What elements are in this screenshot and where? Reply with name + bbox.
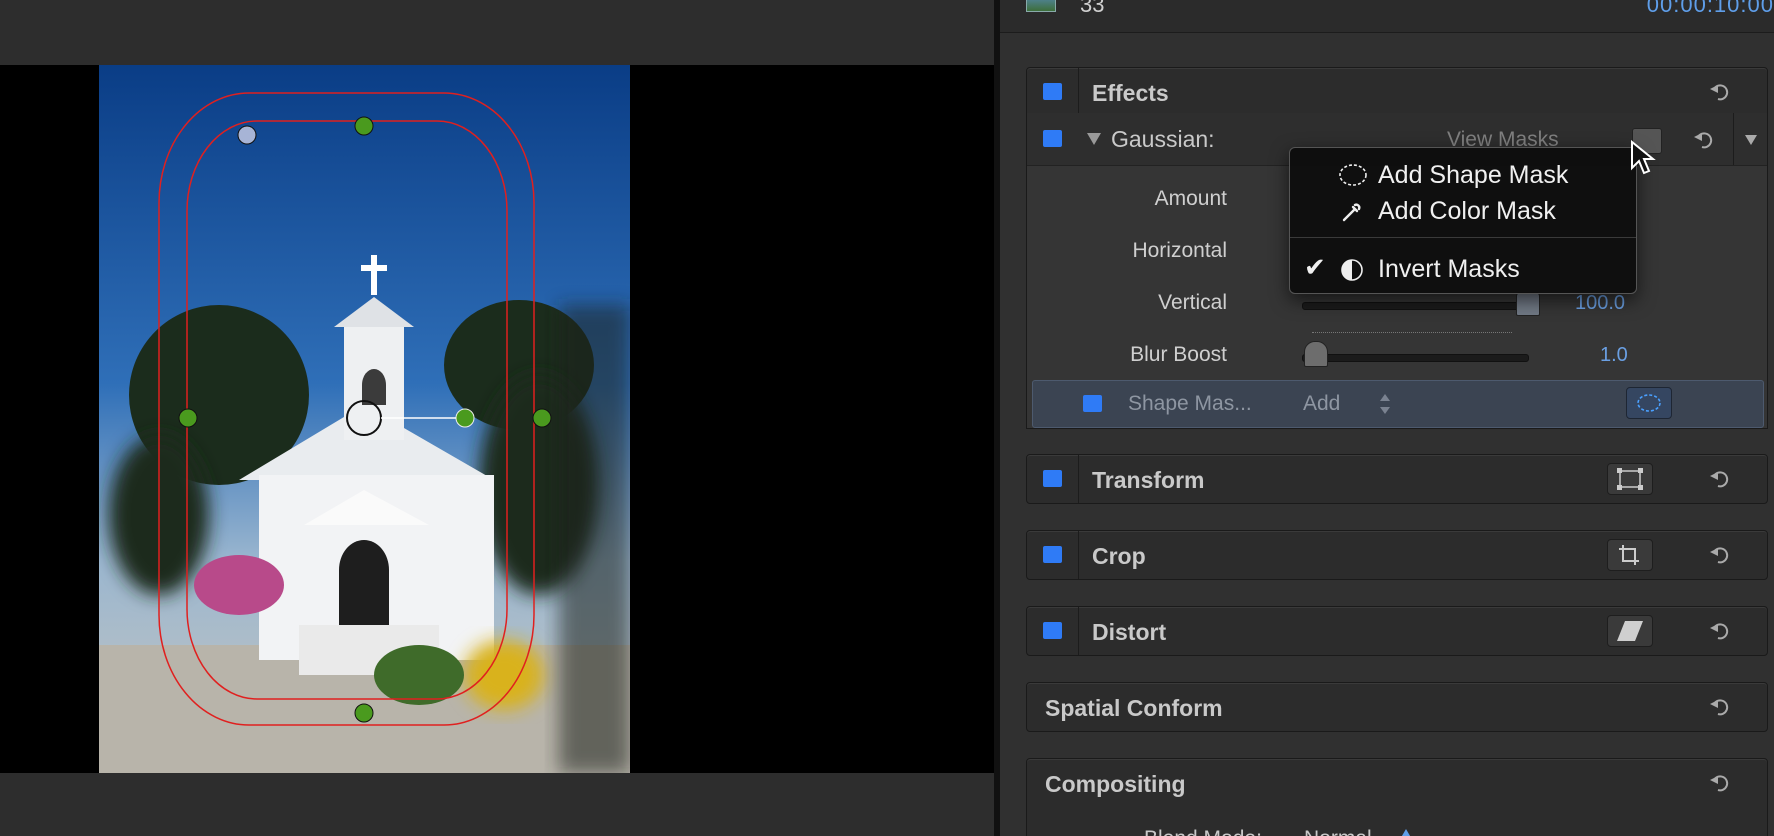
distort-title: Distort — [1092, 619, 1167, 645]
mask-menu: Add Shape Mask Add Color Mask ✔ Invert M… — [1289, 147, 1637, 294]
transform-onscreen-button[interactable] — [1607, 463, 1653, 495]
transform-enable-checkbox[interactable] — [1043, 470, 1062, 487]
inspector: 33 00:00:10:00 Effects Gaussian: View Ma… — [1000, 0, 1774, 836]
section-separator — [1078, 607, 1079, 655]
menu-item-invert-masks[interactable]: ✔ Invert Masks — [1290, 252, 1636, 286]
dashed-circle-icon — [1339, 164, 1367, 186]
disclosure-triangle-icon[interactable] — [1087, 133, 1101, 145]
menu-item-label: Add Shape Mask — [1378, 161, 1569, 189]
blur-boost-value[interactable]: 1.0 — [1600, 344, 1628, 367]
transform-title: Transform — [1092, 467, 1205, 493]
section-separator — [1078, 531, 1079, 579]
dashed-circle-icon — [1637, 394, 1661, 412]
spatial-conform-title: Spatial Conform — [1045, 695, 1223, 721]
clip-timecode: 00:00:10:00 — [1646, 0, 1774, 17]
vertical-slider-knob[interactable] — [1516, 292, 1540, 316]
spatial-conform-section[interactable]: Spatial Conform — [1026, 682, 1768, 732]
crop-section: Crop — [1026, 530, 1768, 580]
reset-icon[interactable] — [1709, 619, 1731, 641]
shape-mask-onscreen-control[interactable] — [1626, 387, 1672, 419]
distort-enable-checkbox[interactable] — [1043, 622, 1062, 639]
distort-section: Distort — [1026, 606, 1768, 656]
reset-icon[interactable] — [1709, 467, 1731, 489]
crop-title: Crop — [1092, 543, 1146, 569]
viewer — [0, 0, 994, 836]
param-horizontal-label: Horizontal — [1132, 239, 1227, 262]
eyedropper-icon — [1342, 203, 1361, 222]
effects-title: Effects — [1092, 80, 1169, 106]
reset-icon[interactable] — [1709, 771, 1731, 793]
reset-icon[interactable] — [1709, 695, 1731, 717]
distort-onscreen-button[interactable] — [1607, 615, 1653, 647]
distort-parallelogram-icon — [1617, 621, 1643, 641]
slider-tick-marks — [1312, 332, 1512, 337]
separator — [1733, 113, 1734, 165]
menu-item-add-shape-mask[interactable]: Add Shape Mask — [1290, 158, 1636, 192]
param-vertical-label: Vertical — [1158, 291, 1227, 314]
effects-enable-checkbox[interactable] — [1043, 83, 1062, 100]
mouse-cursor-icon — [1631, 140, 1656, 175]
shape-mask-label: Shape Mas... — [1128, 392, 1252, 415]
shape-mask-mode-select[interactable]: Add — [1303, 392, 1340, 416]
crop-icon — [1619, 545, 1639, 565]
shape-mask-enable-checkbox[interactable] — [1083, 395, 1102, 412]
clip-thumbnail — [1026, 0, 1056, 12]
viewer-canvas[interactable] — [0, 65, 994, 773]
select-arrows-icon[interactable] — [1379, 394, 1391, 414]
menu-item-label: Add Color Mask — [1378, 197, 1556, 225]
select-arrows-icon[interactable] — [1399, 829, 1413, 836]
gaussian-label: Gaussian: — [1111, 126, 1215, 152]
inspector-header: 33 00:00:10:00 — [1000, 0, 1774, 33]
gaussian-enable-checkbox[interactable] — [1043, 130, 1062, 147]
param-blur-boost-label: Blur Boost — [1130, 343, 1227, 366]
section-separator — [1078, 455, 1079, 503]
blur-boost-slider-knob[interactable] — [1304, 341, 1328, 367]
checkmark-icon: ✔ — [1304, 252, 1326, 282]
transform-handles-icon — [1617, 468, 1643, 490]
crop-onscreen-button[interactable] — [1607, 539, 1653, 571]
reset-icon[interactable] — [1709, 543, 1731, 565]
crop-enable-checkbox[interactable] — [1043, 546, 1062, 563]
reset-icon[interactable] — [1693, 128, 1715, 150]
church-photo — [99, 65, 630, 773]
blur-boost-slider[interactable] — [1302, 354, 1529, 362]
menu-separator — [1290, 237, 1636, 238]
half-circle-icon — [1341, 259, 1363, 281]
blend-mode-label: Blend Mode: — [1144, 827, 1262, 836]
compositing-section[interactable]: Compositing Blend Mode: Normal — [1026, 758, 1768, 836]
transform-section: Transform — [1026, 454, 1768, 504]
param-amount-label: Amount — [1154, 187, 1227, 210]
shape-mask-row[interactable]: Shape Mas... Add — [1032, 380, 1764, 428]
menu-item-add-color-mask[interactable]: Add Color Mask — [1290, 194, 1636, 228]
clip-name: 33 — [1080, 0, 1105, 17]
menu-item-label: Invert Masks — [1378, 255, 1520, 283]
vertical-slider[interactable] — [1302, 302, 1529, 310]
effects-section: Effects — [1026, 67, 1768, 117]
reset-icon[interactable] — [1709, 80, 1731, 102]
blend-mode-select[interactable]: Normal — [1304, 827, 1372, 836]
compositing-title: Compositing — [1045, 771, 1186, 797]
chevron-down-icon[interactable] — [1745, 135, 1757, 145]
section-separator — [1078, 68, 1079, 116]
vertical-value[interactable]: 100.0 — [1575, 292, 1625, 315]
